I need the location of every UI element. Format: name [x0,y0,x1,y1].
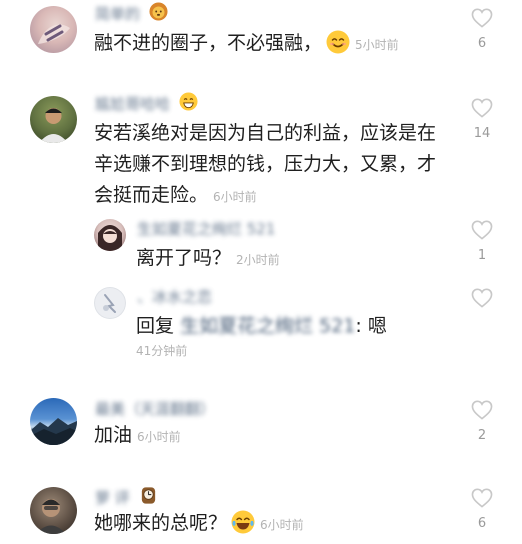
avatar[interactable] [94,219,126,251]
heart-outline-icon [471,400,493,420]
timestamp: 6小时前 [137,430,181,444]
username[interactable]: 简单的 [95,2,168,25]
avatar[interactable] [30,96,77,143]
heart-outline-icon [471,98,493,118]
heart-outline-icon [471,288,493,308]
reply-target-username[interactable]: 生如夏花之绚烂 521 [180,315,355,337]
reply-1: 生如夏花之绚烂 521 离开了吗？ 2小时前 1 [0,216,522,276]
avatar[interactable] [30,6,77,53]
timestamp: 5小时前 [355,38,399,52]
timestamp: 41分钟前 [136,344,188,358]
timestamp: 6小时前 [260,518,304,532]
comment-2: 尴尬哥哈哈 安若溪绝对是因为自己的利益，应该是在辛选赚不到理想的钱，压力大，又累… [0,90,522,210]
comment-text: 安若溪绝对是因为自己的利益，应该是在辛选赚不到理想的钱，压力大，又累，才会挺而走… [94,122,437,206]
comment-text: 融不进的圈子，不必强融， 5小时前 [94,28,474,64]
heart-outline-icon [471,488,493,508]
reply-text: 离开了吗？ 2小时前 [136,247,280,269]
username[interactable]: 尴尬哥哈哈 [95,92,198,115]
avatar[interactable] [30,398,77,445]
timestamp: 6小时前 [213,190,257,204]
like-count: 6 [477,36,487,51]
username[interactable]: 最美（天涯翻翻） [95,398,215,419]
comment-text: 她哪来的总呢？ 6小时前 [94,508,424,544]
comment-3: 最美（天涯翻翻） 加油 6小时前 2 [0,393,522,463]
comment-1: 简单的 融不进的圈子，不必强融， 5小时前 6 [0,0,522,80]
lion-emoji-icon [149,2,168,25]
clock-emoji-icon [139,486,158,509]
like-count: 1 [477,248,487,263]
username[interactable]: 、冰水之恋 [137,286,212,307]
like-count: 6 [477,516,487,531]
smiling-face-emoji-icon [326,30,350,64]
like-button[interactable] [470,288,494,308]
like-button[interactable]: 6 [470,488,494,531]
reply-prefix: 回复 [136,315,175,337]
comment-text: 加油 6小时前 [94,424,181,446]
avatar[interactable] [30,487,77,534]
avatar[interactable] [94,287,126,319]
username[interactable]: 生如夏花之绚烂 521 [137,218,275,239]
heart-outline-icon [471,8,493,28]
like-button[interactable]: 1 [470,220,494,263]
grinning-face-emoji-icon [179,92,198,115]
comment-4: 萝 评 她哪来的总呢？ 6小时前 6 [0,482,522,541]
tears-of-joy-emoji-icon [231,510,255,544]
like-count: 14 [473,126,491,141]
like-button[interactable]: 6 [470,8,494,51]
reply-text: 回复 生如夏花之绚烂 521: 嗯 [136,315,387,337]
like-count: 2 [477,428,487,443]
timestamp: 2小时前 [236,253,280,267]
username[interactable]: 萝 评 [95,486,158,509]
reply-2: 、冰水之恋 回复 生如夏花之绚烂 521: 嗯 41分钟前 [0,284,522,364]
heart-outline-icon [471,220,493,240]
like-button[interactable]: 2 [470,400,494,443]
like-button[interactable]: 14 [470,98,494,141]
